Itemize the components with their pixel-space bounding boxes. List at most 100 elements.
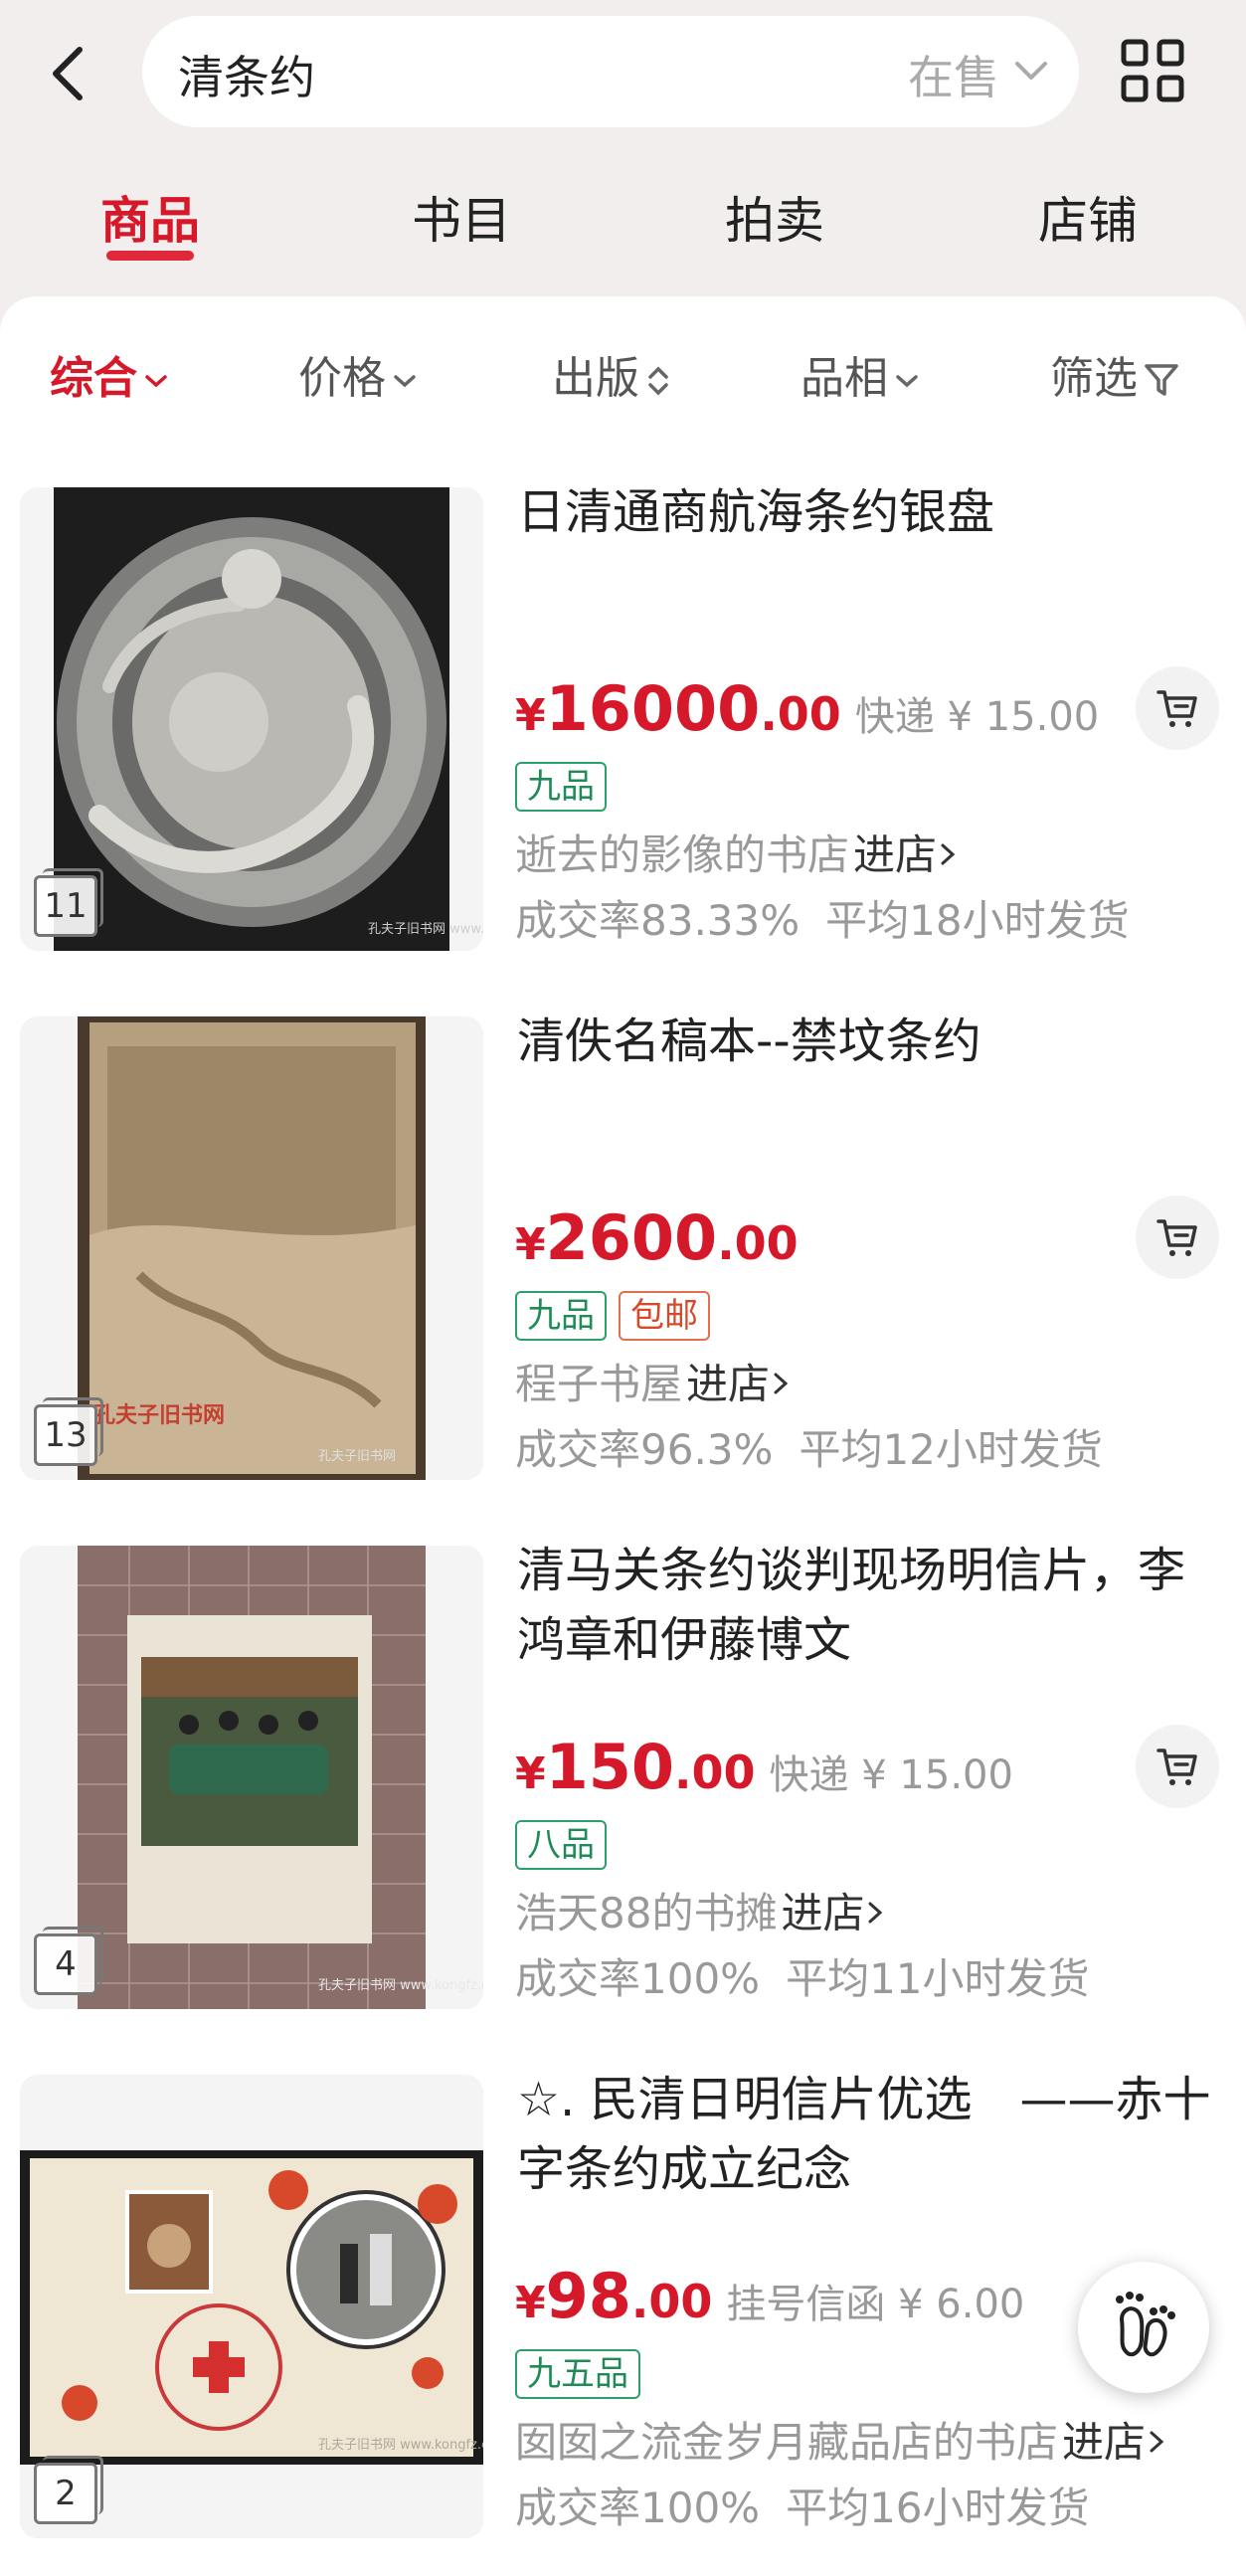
tag-list: 九品 bbox=[515, 762, 619, 812]
cart-icon bbox=[1157, 1219, 1197, 1256]
shipping-fee: 快递 ¥ 15.00 bbox=[769, 1752, 1013, 1798]
price-decimal: .00 bbox=[630, 2275, 713, 2328]
condition-tag: 九品 bbox=[515, 762, 607, 812]
product-title[interactable]: 清佚名稿本--禁坟条约 bbox=[517, 1007, 1223, 1076]
filter-label: 品相 bbox=[801, 353, 888, 404]
funnel-icon bbox=[1145, 364, 1178, 396]
tab-shops[interactable]: 店铺 bbox=[1038, 181, 1138, 253]
tag-list: 九五品 bbox=[515, 2349, 652, 2399]
watermark: 孔夫子旧书网 www.kongfz.com bbox=[318, 1978, 483, 1993]
product-item[interactable]: 孔夫子旧书网 孔夫子旧书网 13 清佚名稿本--禁坟条约 ¥2600.00 九品… bbox=[0, 1013, 1246, 1484]
chevron-left-icon bbox=[53, 47, 83, 100]
cart-icon bbox=[1157, 1748, 1197, 1785]
price-decimal: .00 bbox=[717, 1216, 799, 1270]
add-to-cart-button[interactable] bbox=[1136, 1196, 1219, 1279]
filter-label: 筛选 bbox=[1050, 353, 1138, 404]
chevron-down-icon bbox=[145, 375, 167, 388]
chevron-down-icon bbox=[394, 375, 416, 388]
product-image[interactable]: 孔夫子旧书网 www.kongfz.com 11 bbox=[20, 487, 483, 951]
back-button[interactable] bbox=[42, 38, 101, 107]
category-grid-button[interactable] bbox=[1120, 38, 1185, 103]
shipping-fee: 快递 ¥ 15.00 bbox=[854, 694, 1100, 740]
tab-goods[interactable]: 商品 bbox=[100, 181, 200, 253]
currency-symbol: ¥ bbox=[515, 2278, 546, 2328]
avg-ship-time: 平均11小时发货 bbox=[786, 1954, 1090, 2003]
product-item[interactable]: 孔夫子旧书网 www.kongfz.com 4 清马关条约谈判现场明信片，李鸿章… bbox=[0, 1543, 1246, 2013]
filter-price[interactable]: 价格 bbox=[298, 342, 418, 406]
deal-rate: 成交率96.3% bbox=[515, 1425, 774, 1474]
avg-ship-time: 平均12小时发货 bbox=[799, 1425, 1103, 1474]
shop-row[interactable]: 逝去的影像的书店进店 bbox=[515, 822, 959, 882]
tab-bar: 商品 书目 拍卖 店铺 bbox=[0, 169, 1246, 278]
avg-ship-time: 平均18小时发货 bbox=[825, 896, 1130, 945]
product-title[interactable]: 清马关条约谈判现场明信片，李鸿章和伊藤博文 bbox=[517, 1536, 1223, 1675]
tag-list: 九品 包邮 bbox=[515, 1291, 722, 1341]
search-input[interactable]: 清条约 bbox=[178, 42, 315, 107]
shop-name: 浩天88的书摊 bbox=[515, 1889, 778, 1937]
image-count-badge: 13 bbox=[34, 1397, 103, 1466]
watermark: 孔夫子旧书网 www.kongfz.com bbox=[318, 2438, 483, 2453]
price-integer: 16000 bbox=[545, 672, 761, 745]
watermark: 孔夫子旧书网 www.kongfz.com bbox=[368, 922, 483, 937]
filter-comprehensive[interactable]: 综合 bbox=[50, 342, 169, 406]
product-title[interactable]: 日清通商航海条约银盘 bbox=[517, 477, 1223, 547]
filter-condition[interactable]: 品相 bbox=[801, 342, 920, 406]
cart-icon bbox=[1157, 690, 1197, 727]
currency-symbol: ¥ bbox=[515, 690, 546, 741]
shop-stats: 成交率100% 平均16小时发货 bbox=[515, 2475, 1090, 2535]
deal-rate: 成交率100% bbox=[515, 2484, 761, 2532]
enter-shop-link[interactable]: 进店 bbox=[781, 1889, 864, 1937]
product-image[interactable]: 孔夫子旧书网 www.kongfz.com 4 bbox=[20, 1546, 483, 2009]
top-bar: 清条约 在售 bbox=[0, 0, 1246, 149]
add-to-cart-button[interactable] bbox=[1136, 1725, 1219, 1808]
footprint-icon bbox=[1116, 2292, 1175, 2357]
shop-name: 逝去的影像的书店 bbox=[515, 830, 850, 879]
filter-label: 出版 bbox=[552, 353, 639, 404]
tab-auction[interactable]: 拍卖 bbox=[725, 181, 824, 253]
condition-tag: 八品 bbox=[515, 1820, 607, 1870]
active-tab-indicator bbox=[106, 251, 194, 261]
image-count-badge: 2 bbox=[34, 2456, 103, 2524]
browse-history-button[interactable] bbox=[1078, 2262, 1209, 2393]
product-item[interactable]: 孔夫子旧书网 www.kongfz.com 2 ☆. 民清日明信片优选 ——赤十… bbox=[0, 2072, 1246, 2542]
filter-label: 价格 bbox=[298, 353, 386, 404]
product-image[interactable]: 孔夫子旧书网 www.kongfz.com 2 bbox=[20, 2075, 483, 2538]
status-dropdown[interactable]: 在售 bbox=[908, 42, 999, 107]
product-item[interactable]: 孔夫子旧书网 www.kongfz.com 11 日清通商航海条约银盘 ¥160… bbox=[0, 484, 1246, 955]
product-image[interactable]: 孔夫子旧书网 孔夫子旧书网 13 bbox=[20, 1016, 483, 1480]
deal-rate: 成交率83.33% bbox=[515, 896, 801, 945]
price-row: ¥150.00 快递 ¥ 15.00 bbox=[515, 1731, 1013, 1803]
price-row: ¥98.00 挂号信函 ¥ 6.00 bbox=[515, 2260, 1024, 2332]
chevron-right-icon bbox=[774, 1373, 789, 1394]
price-row: ¥16000.00 快递 ¥ 15.00 bbox=[515, 672, 1099, 745]
tag-list: 八品 bbox=[515, 1820, 619, 1870]
add-to-cart-button[interactable] bbox=[1136, 666, 1219, 750]
watermark: 孔夫子旧书网 bbox=[318, 1449, 396, 1464]
enter-shop-link[interactable]: 进店 bbox=[686, 1360, 770, 1408]
svg-text:孔夫子旧书网: 孔夫子旧书网 bbox=[93, 1403, 225, 1428]
filter-screen[interactable]: 筛选 bbox=[1050, 342, 1179, 406]
search-box[interactable]: 清条约 在售 bbox=[142, 16, 1079, 127]
filter-publish[interactable]: 出版 bbox=[552, 342, 671, 406]
chevron-right-icon bbox=[941, 843, 956, 865]
shop-row[interactable]: 程子书屋进店 bbox=[515, 1351, 792, 1411]
shop-row[interactable]: 囡囡之流金岁月藏品店的书店进店 bbox=[515, 2409, 1167, 2470]
image-count-badge: 4 bbox=[34, 1927, 103, 1995]
enter-shop-link[interactable]: 进店 bbox=[1062, 2418, 1146, 2467]
chevron-down-icon bbox=[1015, 62, 1047, 80]
shop-row[interactable]: 浩天88的书摊进店 bbox=[515, 1880, 886, 1940]
filter-label: 综合 bbox=[50, 353, 137, 404]
product-title[interactable]: ☆. 民清日明信片优选 ——赤十字条约成立纪念 bbox=[517, 2065, 1223, 2204]
price-decimal: .00 bbox=[674, 1746, 756, 1799]
chevron-right-icon bbox=[1150, 2431, 1164, 2453]
currency-symbol: ¥ bbox=[515, 1219, 546, 1270]
shop-stats: 成交率96.3% 平均12小时发货 bbox=[515, 1416, 1103, 1477]
price-decimal: .00 bbox=[760, 687, 841, 741]
condition-tag: 九品 bbox=[515, 1291, 607, 1341]
results-panel: 综合 价格 出版 品相 筛选 孔夫子旧书网 www.kongfz.com 11 … bbox=[0, 296, 1246, 2576]
price-integer: 150 bbox=[545, 1731, 675, 1803]
enter-shop-link[interactable]: 进店 bbox=[853, 830, 937, 879]
price-integer: 2600 bbox=[545, 1201, 718, 1274]
tab-catalog[interactable]: 书目 bbox=[412, 181, 511, 253]
chevron-down-icon bbox=[896, 375, 918, 388]
